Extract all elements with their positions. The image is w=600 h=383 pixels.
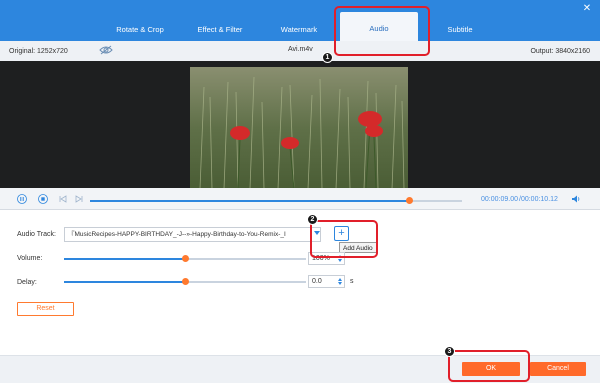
volume-icon[interactable] (571, 194, 581, 204)
tab-rotate-crop[interactable]: Rotate & Crop (105, 22, 175, 41)
playback-controls: 00:00:09.00 /00:00:10.12 (0, 188, 600, 210)
next-frame-icon[interactable] (74, 194, 84, 204)
step-badge-2: 2 (307, 214, 318, 225)
cancel-button[interactable]: Cancel (530, 362, 586, 376)
volume-slider-fill (64, 258, 185, 260)
audio-track-select[interactable]: 『MusicRecipes-HAPPY-BIRTHDAY_-J--»-Happy… (64, 227, 321, 242)
info-bar: Original: 1252x720 Avi.m4v Output: 3840x… (0, 41, 600, 61)
seek-bar[interactable] (90, 197, 462, 204)
file-name: Avi.m4v (288, 46, 313, 53)
tab-effect-filter[interactable]: Effect & Filter (187, 22, 253, 41)
delay-field[interactable]: 0.0 (308, 275, 345, 288)
highlight-audio-tab (334, 6, 430, 56)
volume-label: Volume: (17, 255, 43, 262)
total-time: /00:00:10.12 (519, 196, 558, 203)
volume-slider-handle[interactable] (181, 255, 189, 262)
seek-progress (90, 200, 410, 202)
delay-slider-handle[interactable] (181, 278, 189, 285)
delay-value: 0.0 (312, 278, 322, 285)
seek-handle[interactable] (406, 197, 414, 204)
output-resolution: Output: 3840x2160 (530, 48, 590, 55)
video-preview-area (0, 61, 600, 189)
top-tab-bar: Rotate & Crop Effect & Filter Watermark … (0, 0, 600, 41)
tab-subtitle[interactable]: Subtitle (432, 22, 488, 41)
close-icon[interactable]: ✕ (581, 3, 593, 15)
stop-icon[interactable] (38, 194, 48, 204)
step-badge-1: 1 (322, 52, 333, 63)
highlight-add-audio (310, 220, 378, 258)
volume-decrease[interactable] (338, 259, 342, 262)
delay-slider[interactable] (64, 278, 306, 285)
current-time: 00:00:09.00 (481, 196, 518, 203)
step-badge-3: 3 (444, 346, 455, 357)
delay-decrease[interactable] (338, 282, 342, 285)
highlight-ok-button (448, 350, 530, 382)
pause-icon[interactable] (17, 194, 27, 204)
previous-frame-icon[interactable] (58, 194, 68, 204)
delay-slider-fill (64, 281, 185, 283)
audio-track-label: Audio Track: (17, 231, 56, 238)
volume-slider[interactable] (64, 255, 306, 262)
delay-label: Delay: (17, 279, 37, 286)
eye-icon[interactable] (99, 45, 113, 55)
delay-unit: s (350, 278, 354, 285)
reset-button[interactable]: Reset (17, 302, 74, 316)
delay-increase[interactable] (338, 278, 342, 281)
video-frame (190, 67, 408, 189)
original-resolution: Original: 1252x720 (9, 48, 68, 55)
tab-watermark[interactable]: Watermark (271, 22, 327, 41)
